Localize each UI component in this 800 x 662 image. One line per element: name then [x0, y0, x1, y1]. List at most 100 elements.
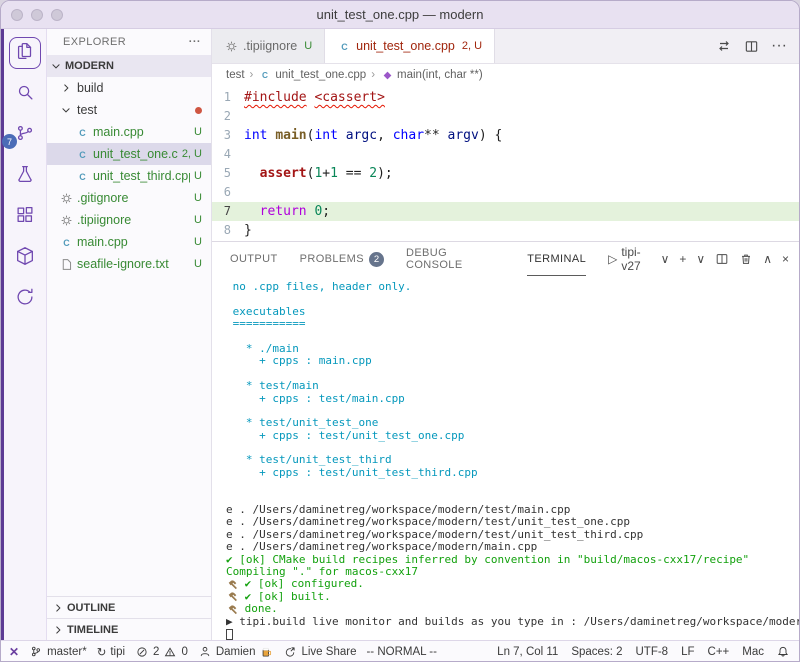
svg-text:C: C — [63, 237, 70, 247]
git-status-badge: U — [194, 236, 202, 248]
activitybar-tipi[interactable] — [9, 283, 41, 315]
git-branch-icon — [29, 645, 43, 658]
vscode-window: unit_test_one.cpp — modern 7 — [0, 0, 800, 662]
folder-item[interactable]: test — [47, 99, 211, 121]
activitybar-source-control[interactable]: 7 — [9, 119, 41, 151]
item-label: .tipiignore — [77, 213, 131, 227]
minimize-window-button[interactable] — [31, 9, 43, 21]
terminal-line: + cpps : test/main.cpp — [226, 393, 799, 405]
hammer-icon — [226, 604, 238, 615]
open-changes-icon[interactable] — [716, 38, 732, 54]
activitybar-testing[interactable] — [9, 160, 41, 192]
folder-item[interactable]: build — [47, 77, 211, 99]
file-item[interactable]: .tipiignoreU — [47, 209, 211, 231]
tab-debug-console[interactable]: DEBUG CONSOLE — [406, 242, 505, 276]
line-col-status[interactable]: Ln 7, Col 11 — [497, 646, 558, 658]
git-status-badge: 2, U — [182, 148, 202, 160]
kill-terminal-icon[interactable] — [739, 252, 753, 266]
tab-tipiignore[interactable]: .tipiignore U — [212, 29, 325, 63]
close-panel-icon[interactable]: × — [782, 252, 789, 266]
encoding-status[interactable]: UTF-8 — [636, 646, 669, 658]
hammer-icon — [226, 579, 238, 590]
explorer-header: EXPLORER ··· — [47, 29, 211, 55]
user-status[interactable]: Damien — [198, 645, 274, 658]
file-item[interactable]: Cunit_test_one.cpp2, U — [47, 143, 211, 165]
outline-section[interactable]: OUTLINE — [47, 596, 211, 618]
line-number: 2 — [212, 107, 244, 126]
branch-status[interactable]: master* — [29, 645, 87, 658]
terminal-cursor — [226, 629, 233, 640]
terminal-line: =========== — [226, 318, 799, 330]
split-terminal-icon[interactable] — [715, 252, 729, 266]
language-status[interactable]: C++ — [708, 646, 730, 658]
maximize-window-button[interactable] — [51, 9, 63, 21]
breadcrumb-file[interactable]: C unit_test_one.cpp — [258, 69, 366, 81]
git-status-badge: U — [194, 170, 202, 182]
breadcrumb-symbol[interactable]: main(int, char **) — [380, 69, 483, 81]
git-status-badge: U — [194, 126, 202, 138]
maximize-panel-icon[interactable]: ∧ — [763, 252, 772, 266]
activitybar-search[interactable] — [9, 78, 41, 110]
terminal-profile-select[interactable]: ▷ tipi-v27 ∨ — [608, 245, 669, 273]
tipi-status[interactable]: ↻ tipi — [97, 645, 125, 659]
sync-circle-icon — [14, 286, 36, 313]
file-item[interactable]: seafile-ignore.txtU — [47, 253, 211, 275]
platform-status[interactable]: Mac — [742, 646, 764, 658]
tab-terminal[interactable]: TERMINAL — [527, 242, 586, 276]
beer-emoji — [259, 646, 273, 658]
file-item[interactable]: .gitignore U — [47, 187, 211, 209]
terminal-line: + cpps : main.cpp — [226, 355, 799, 367]
line-number: 1 — [212, 88, 244, 107]
terminal-line: ▶ tipi.build live monitor and builds as … — [226, 616, 799, 628]
file-icon — [59, 258, 73, 271]
extensions-icon — [14, 204, 36, 231]
breadcrumb: test › C unit_test_one.cpp › main(int, c… — [212, 64, 799, 86]
explorer-more-icon[interactable]: ··· — [189, 36, 201, 48]
indent-status[interactable]: Spaces: 2 — [571, 646, 622, 658]
cpp-icon: C — [59, 236, 73, 249]
notifications-bell-icon[interactable] — [777, 645, 789, 658]
file-item[interactable]: Cmain.cppU — [47, 231, 211, 253]
terminal-line — [226, 293, 799, 305]
file-item[interactable]: Cmain.cpp U — [47, 121, 211, 143]
cpp-icon: C — [75, 126, 89, 139]
chevron-right-icon — [51, 602, 65, 614]
explorer-tree: buildtest Cmain.cpp U Cunit_test_one.cpp2, … — [47, 77, 211, 596]
split-editor-icon[interactable] — [744, 39, 759, 54]
live-share-status[interactable]: Live Share — [283, 646, 356, 658]
file-item[interactable]: Cunit_test_third.cppU — [47, 165, 211, 187]
problems-status[interactable]: 2 0 — [135, 646, 188, 658]
timeline-section[interactable]: TIMELINE — [47, 618, 211, 640]
terminal-line: ✔ [ok] built. — [226, 591, 799, 603]
breadcrumb-folder[interactable]: test — [226, 69, 245, 81]
activitybar-explorer[interactable] — [9, 37, 41, 69]
activitybar-extensions[interactable] — [9, 201, 41, 233]
item-label: main.cpp — [93, 125, 144, 139]
tab-problems[interactable]: PROBLEMS 2 — [300, 242, 384, 276]
problems-label: PROBLEMS — [300, 253, 364, 265]
modified-dot — [195, 107, 202, 114]
activitybar-remote-explorer[interactable] — [9, 242, 41, 274]
line-number: 7 — [212, 202, 244, 221]
source-control-icon — [14, 122, 36, 149]
terminal-play-icon: ▷ — [608, 252, 617, 266]
git-status-badge: U — [194, 192, 202, 204]
gear-icon — [224, 40, 238, 53]
terminal-dropdown-icon[interactable]: ∨ — [696, 252, 705, 266]
item-label: .gitignore — [77, 191, 128, 205]
vim-mode[interactable]: -- NORMAL -- — [366, 646, 436, 658]
title-bar: unit_test_one.cpp — modern — [1, 1, 799, 29]
cpp-icon: C — [75, 170, 89, 183]
code-editor[interactable]: 1#include <cassert>23int main(int argc, … — [212, 86, 799, 241]
workspace-section-header[interactable]: MODERN — [47, 55, 211, 77]
gear-icon — [59, 192, 73, 205]
activity-bar: 7 — [1, 29, 47, 640]
eol-status[interactable]: LF — [681, 646, 694, 658]
terminal-content[interactable]: no .cpp files, header only. executables … — [212, 276, 799, 640]
new-terminal-button[interactable]: + — [679, 252, 686, 266]
more-actions-icon[interactable]: ··· — [771, 37, 787, 55]
tab-unit-test-one[interactable]: C unit_test_one.cpp 2, U — [325, 29, 495, 63]
tab-output[interactable]: OUTPUT — [230, 242, 278, 276]
remote-indicator[interactable]: ✕ — [9, 645, 19, 659]
close-window-button[interactable] — [11, 9, 23, 21]
